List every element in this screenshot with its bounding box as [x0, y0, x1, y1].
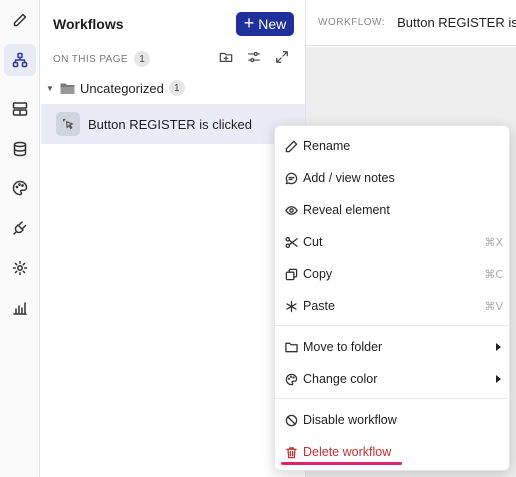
copy-icon	[284, 267, 299, 282]
plug-icon	[13, 221, 27, 235]
menu-item-rename[interactable]: Rename	[275, 132, 511, 160]
trash-icon	[284, 445, 299, 460]
workflow-icon	[12, 52, 28, 68]
note-icon	[284, 171, 299, 186]
menu-item-change-color[interactable]: Change color	[275, 365, 511, 393]
section-header: ON THIS PAGE 1	[53, 51, 151, 67]
menu-label: Reveal element	[303, 203, 390, 217]
plugins-tab[interactable]	[4, 212, 36, 244]
data-tab[interactable]	[4, 133, 36, 165]
menu-item-notes[interactable]: Add / view notes	[275, 164, 511, 192]
workflow-header-value[interactable]: Button REGISTER is clicked	[397, 15, 516, 30]
shortcut-copy: ⌘C	[484, 267, 503, 281]
design-tab[interactable]	[4, 4, 36, 36]
menu-label: Rename	[303, 139, 351, 153]
logs-tab[interactable]	[4, 292, 36, 324]
new-workflow-button[interactable]: + New	[236, 12, 294, 36]
menu-divider	[275, 325, 511, 326]
pencil-icon	[13, 13, 27, 27]
folder-uncategorized[interactable]: ▼ Uncategorized 1	[45, 79, 185, 97]
palette-icon	[284, 372, 299, 387]
menu-item-copy[interactable]: Copy ⌘C	[275, 260, 511, 288]
menu-label: Paste	[303, 299, 335, 313]
plus-icon: +	[243, 13, 255, 33]
menu-label: Disable workflow	[303, 413, 397, 427]
settings-tab[interactable]	[4, 252, 36, 284]
menu-label: Add / view notes	[303, 171, 395, 185]
panel-title: Workflows	[53, 16, 124, 32]
menu-label: Change color	[303, 372, 378, 386]
styles-tab[interactable]	[4, 172, 36, 204]
section-label: ON THIS PAGE	[53, 53, 129, 65]
menu-label: Delete workflow	[303, 445, 392, 459]
highlight-underline	[281, 462, 402, 465]
workflow-tab[interactable]	[4, 44, 36, 76]
menu-label: Copy	[303, 267, 333, 281]
menu-item-disable[interactable]: Disable workflow	[275, 406, 511, 434]
folder-icon	[284, 340, 299, 355]
chevron-right-icon	[496, 343, 501, 351]
folder-name: Uncategorized	[80, 80, 164, 96]
eye-icon	[284, 203, 299, 218]
workflow-item-label: Button REGISTER is clicked	[88, 116, 252, 132]
expand-button[interactable]	[273, 48, 291, 66]
shortcut-paste: ⌘V	[484, 299, 503, 313]
cursor-click-icon	[56, 112, 80, 136]
menu-item-paste[interactable]: Paste ⌘V	[275, 292, 511, 320]
new-button-label: New	[258, 16, 287, 32]
menu-item-cut[interactable]: Cut ⌘X	[275, 228, 511, 256]
block-icon	[284, 413, 299, 428]
workflow-header: WORKFLOW: Button REGISTER is clicked	[306, 0, 516, 46]
database-icon	[13, 141, 27, 157]
menu-item-reveal[interactable]: Reveal element	[275, 196, 511, 224]
workflow-item[interactable]: Button REGISTER is clicked	[41, 104, 305, 144]
section-count-badge: 1	[134, 51, 151, 67]
workflows-panel: Workflows + New ON THIS PAGE 1 ▼ Uncateg…	[41, 0, 306, 477]
folder-count-badge: 1	[168, 80, 185, 96]
layout-tab[interactable]	[4, 93, 36, 125]
icon-rail	[0, 0, 40, 477]
menu-divider	[275, 398, 511, 399]
menu-item-move-folder[interactable]: Move to folder	[275, 333, 511, 361]
menu-label: Cut	[303, 235, 323, 249]
menu-label: Move to folder	[303, 340, 383, 354]
layout-icon	[12, 102, 28, 116]
caret-down-icon[interactable]: ▼	[45, 84, 55, 93]
sliders-icon	[248, 51, 260, 63]
chevron-right-icon	[496, 375, 501, 383]
shortcut-cut: ⌘X	[484, 235, 503, 249]
folder-plus-icon	[219, 52, 233, 62]
chart-icon	[13, 302, 27, 315]
context-menu: Rename Add / view notes Reveal element C…	[274, 125, 511, 471]
folder-icon	[60, 83, 75, 94]
pencil-icon	[284, 139, 299, 154]
workflow-header-label: WORKFLOW:	[318, 17, 386, 28]
asterisk-icon	[284, 299, 299, 314]
gear-icon	[12, 260, 28, 276]
new-folder-button[interactable]	[217, 48, 235, 66]
palette-icon	[12, 180, 28, 196]
filter-button[interactable]	[245, 48, 263, 66]
scissors-icon	[284, 235, 299, 250]
expand-icon	[276, 51, 288, 63]
